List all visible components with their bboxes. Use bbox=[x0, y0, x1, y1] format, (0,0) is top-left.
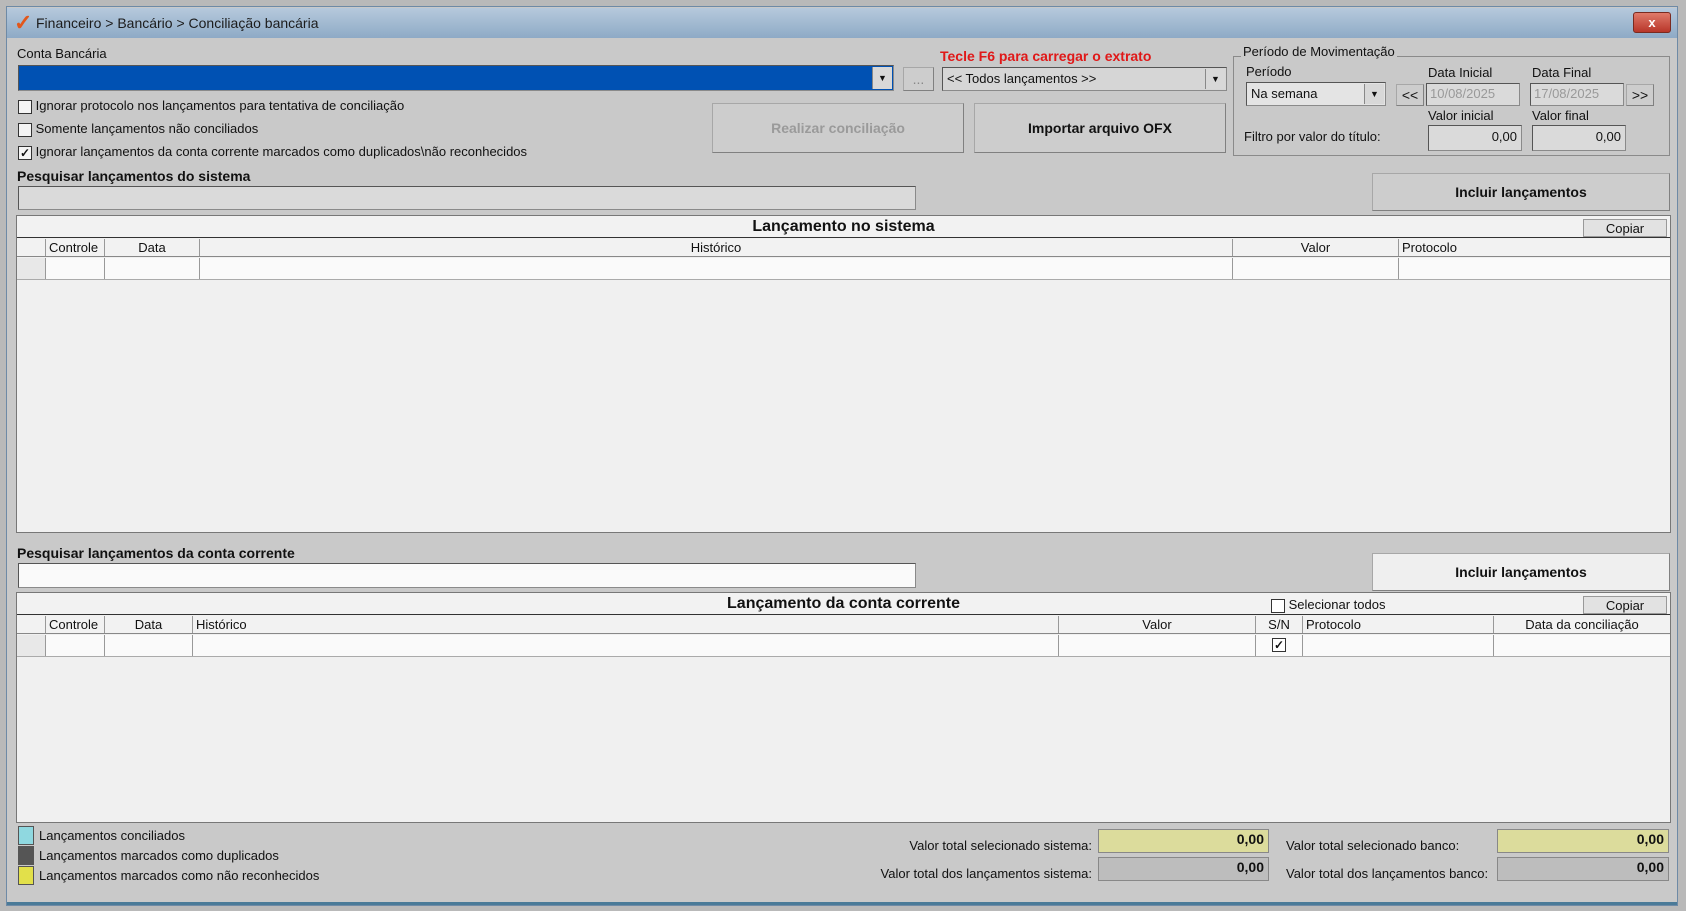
column-header-controle[interactable]: Controle bbox=[46, 616, 105, 633]
include-bank-entries-button[interactable]: Incluir lançamentos bbox=[1372, 553, 1670, 591]
column-header bbox=[17, 239, 46, 256]
f6-hint: Tecle F6 para carregar o extrato bbox=[940, 48, 1152, 64]
system-entries-grid[interactable]: Lançamento no sistema Copiar Controle Da… bbox=[16, 215, 1671, 533]
column-header-sn[interactable]: S/N bbox=[1256, 616, 1303, 633]
value-filter-label: Filtro por valor do título: bbox=[1244, 129, 1381, 144]
column-header-valor[interactable]: Valor bbox=[1233, 239, 1399, 256]
select-all-toggle[interactable]: Selecionar todos bbox=[1271, 597, 1385, 613]
period-group-label: Período de Movimentação bbox=[1241, 44, 1397, 59]
column-header-historico[interactable]: Histórico bbox=[200, 239, 1233, 256]
entries-filter-value: << Todos lançamentos >> bbox=[947, 71, 1097, 86]
app-logo-icon: ✓ bbox=[14, 10, 33, 35]
account-label: Conta Bancária bbox=[17, 46, 107, 61]
checkbox[interactable] bbox=[18, 122, 32, 137]
copy-system-button[interactable]: Copiar bbox=[1583, 219, 1667, 237]
account-select[interactable]: ▼ bbox=[18, 65, 894, 91]
option-label: Somente lançamentos não conciliados bbox=[35, 121, 259, 136]
min-value-label: Valor inicial bbox=[1428, 108, 1494, 123]
grid-title: Lançamento no sistema bbox=[17, 216, 1670, 238]
grid-header: Controle Data Histórico Valor Protocolo bbox=[17, 239, 1670, 257]
next-period-button[interactable]: >> bbox=[1626, 84, 1654, 106]
grid-header: Controle Data Histórico Valor S/N Protoc… bbox=[17, 616, 1670, 634]
end-date-label: Data Final bbox=[1532, 65, 1592, 80]
window-title: Financeiro > Bancário > Conciliação banc… bbox=[36, 15, 319, 31]
checkbox[interactable] bbox=[18, 99, 32, 114]
previous-period-button[interactable]: << bbox=[1396, 84, 1424, 106]
column-header-data[interactable]: Data bbox=[105, 616, 193, 633]
reconcile-button[interactable]: Realizar conciliação bbox=[712, 103, 964, 153]
column-header-historico[interactable]: Histórico bbox=[193, 616, 1059, 633]
min-value-input[interactable]: 0,00 bbox=[1428, 125, 1522, 151]
start-date-label: Data Inicial bbox=[1428, 65, 1493, 80]
column-header bbox=[17, 616, 46, 633]
period-value: Na semana bbox=[1251, 86, 1318, 101]
select-all-label: Selecionar todos bbox=[1288, 597, 1386, 612]
all-system-total: 0,00 bbox=[1098, 857, 1269, 881]
all-system-total-label: Valor total dos lançamentos sistema: bbox=[880, 866, 1092, 881]
search-bank-input[interactable] bbox=[18, 563, 916, 588]
column-header-controle[interactable]: Controle bbox=[46, 239, 105, 256]
all-bank-total-label: Valor total dos lançamentos banco: bbox=[1286, 866, 1489, 881]
chevron-down-icon: ▼ bbox=[1205, 69, 1225, 89]
option-label: Ignorar lançamentos da conta corrente ma… bbox=[35, 144, 528, 159]
selected-system-total: 0,00 bbox=[1098, 829, 1269, 853]
search-system-label: Pesquisar lançamentos do sistema bbox=[17, 168, 251, 184]
legend-unrecognized: Lançamentos marcados como não reconhecid… bbox=[39, 868, 320, 883]
table-row[interactable]: ✓ bbox=[17, 635, 1670, 657]
period-select[interactable]: Na semana ▼ bbox=[1246, 82, 1386, 106]
close-button[interactable]: x bbox=[1633, 12, 1671, 33]
selected-bank-total: 0,00 bbox=[1497, 829, 1669, 853]
option-ignore-protocol[interactable]: Ignorar protocolo nos lançamentos para t… bbox=[18, 98, 404, 114]
entries-filter-select[interactable]: << Todos lançamentos >> ▼ bbox=[942, 67, 1227, 91]
chevron-down-icon: ▼ bbox=[1364, 84, 1384, 104]
legend-swatch-duplicated bbox=[18, 846, 34, 865]
selected-bank-total-label: Valor total selecionado banco: bbox=[1286, 838, 1460, 853]
column-header-valor[interactable]: Valor bbox=[1059, 616, 1256, 633]
chevron-down-icon: ▼ bbox=[872, 67, 892, 89]
search-system-input[interactable] bbox=[18, 186, 916, 210]
period-label: Período bbox=[1246, 64, 1292, 79]
bank-entries-grid[interactable]: Lançamento da conta corrente Selecionar … bbox=[16, 592, 1671, 823]
checkbox-checked[interactable]: ✓ bbox=[18, 145, 32, 160]
start-date-input[interactable]: 10/08/2025 bbox=[1426, 83, 1520, 106]
max-value-input[interactable]: 0,00 bbox=[1532, 125, 1626, 151]
table-row[interactable] bbox=[17, 258, 1670, 280]
search-bank-label: Pesquisar lançamentos da conta corrente bbox=[17, 545, 295, 561]
checkbox[interactable] bbox=[1271, 598, 1285, 613]
option-only-unreconciled[interactable]: Somente lançamentos não conciliados bbox=[18, 121, 258, 137]
option-ignore-duplicates[interactable]: ✓ Ignorar lançamentos da conta corrente … bbox=[18, 144, 527, 160]
import-ofx-button[interactable]: Importar arquivo OFX bbox=[974, 103, 1226, 153]
all-bank-total: 0,00 bbox=[1497, 857, 1669, 881]
column-header-data[interactable]: Data bbox=[105, 239, 200, 256]
legend-swatch-reconciled bbox=[18, 826, 34, 845]
selected-system-total-label: Valor total selecionado sistema: bbox=[909, 838, 1092, 853]
legend-swatch-unrecognized bbox=[18, 866, 34, 885]
legend-reconciled: Lançamentos conciliados bbox=[39, 828, 185, 843]
legend-duplicated: Lançamentos marcados como duplicados bbox=[39, 848, 279, 863]
row-checkbox-checked[interactable]: ✓ bbox=[1272, 638, 1286, 652]
column-header-protocolo[interactable]: Protocolo bbox=[1399, 239, 1670, 256]
end-date-input[interactable]: 17/08/2025 bbox=[1530, 83, 1624, 106]
browse-account-button[interactable]: ... bbox=[903, 67, 934, 91]
grid-title: Lançamento da conta corrente bbox=[17, 593, 1670, 615]
copy-bank-button[interactable]: Copiar bbox=[1583, 596, 1667, 614]
option-label: Ignorar protocolo nos lançamentos para t… bbox=[35, 98, 405, 113]
column-header-data-conciliacao[interactable]: Data da conciliação bbox=[1494, 616, 1670, 633]
include-system-entries-button[interactable]: Incluir lançamentos bbox=[1372, 173, 1670, 211]
column-header-protocolo[interactable]: Protocolo bbox=[1303, 616, 1494, 633]
max-value-label: Valor final bbox=[1532, 108, 1589, 123]
